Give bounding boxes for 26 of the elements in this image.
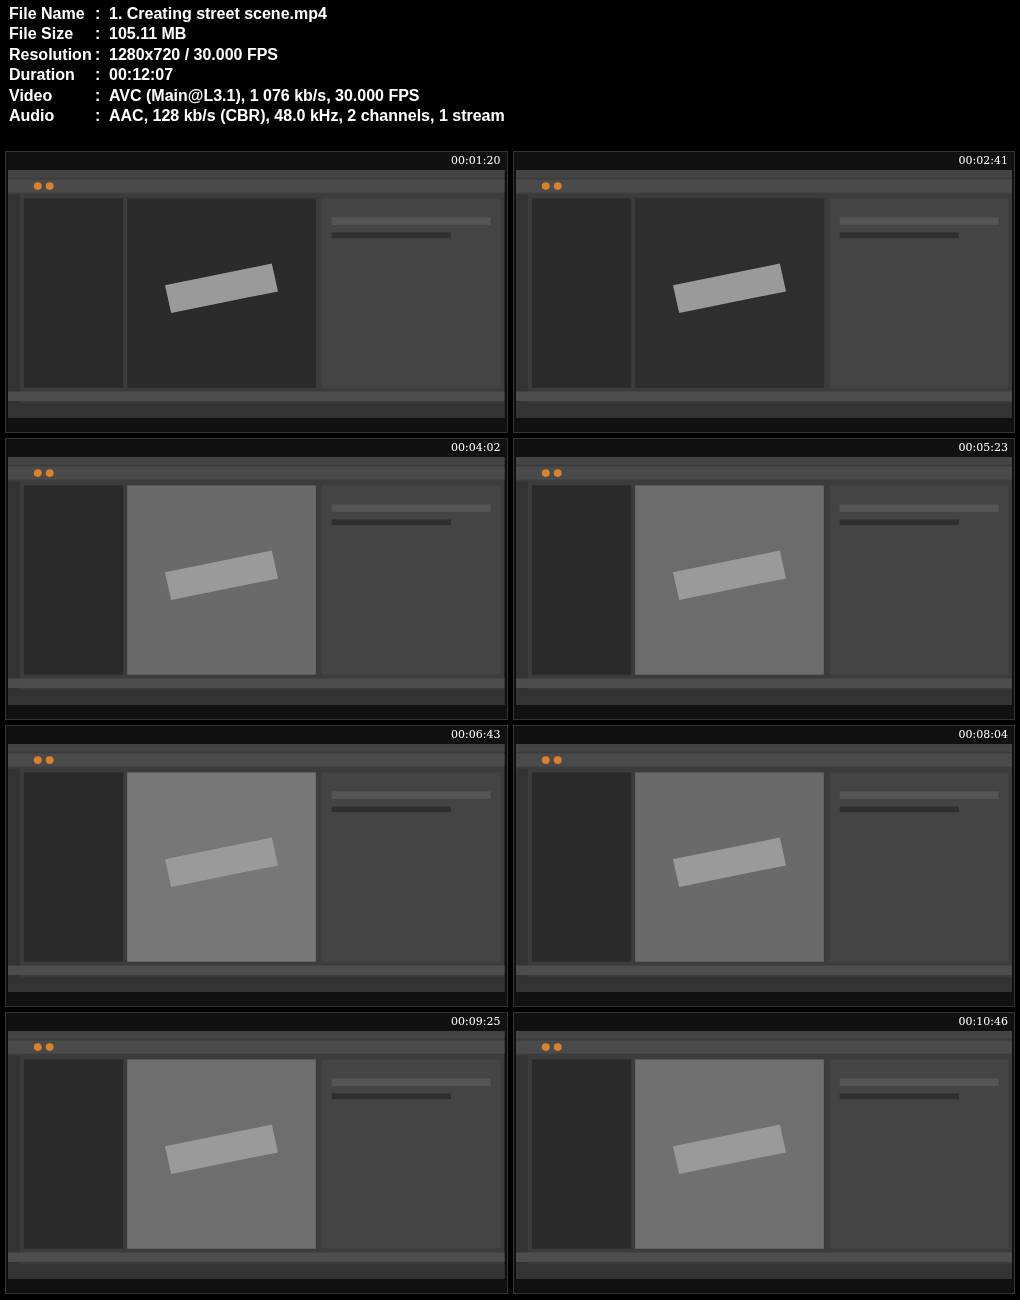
timestamp: 00:08:04	[958, 726, 1008, 743]
info-label: Resolution	[9, 44, 93, 65]
separator: :	[95, 24, 102, 45]
info-label: Duration	[9, 65, 76, 86]
info-label: File Size	[9, 24, 75, 45]
separator: :	[95, 4, 102, 24]
info-label: Audio	[9, 106, 56, 127]
timestamp: 00:02:41	[958, 152, 1008, 169]
timestamp: 00:10:46	[958, 1013, 1008, 1030]
timestamp: 00:05:23	[958, 439, 1008, 456]
info-label: File Name	[9, 4, 86, 24]
separator: :	[95, 65, 102, 86]
info-label: Video	[9, 85, 54, 106]
timestamp: 00:06:43	[451, 726, 501, 743]
separator: :	[95, 106, 102, 127]
info-value: 1280x720 / 30.000 FPS	[109, 44, 279, 65]
separator: :	[95, 85, 102, 106]
separator: :	[95, 44, 102, 65]
info-value: AVC (Main@L3.1), 1 076 kb/s, 30.000 FPS	[109, 85, 420, 106]
timestamp: 00:04:02	[451, 439, 501, 456]
timestamp: 00:01:20	[451, 152, 501, 169]
info-value: AAC, 128 kb/s (CBR), 48.0 kHz, 2 channels, 1 stream	[109, 106, 505, 127]
info-value: 00:12:07	[109, 65, 174, 86]
info-value: 105.11 MB	[109, 24, 187, 45]
timestamp: 00:09:25	[451, 1013, 501, 1030]
info-value: 1. Creating street scene.mp4	[109, 4, 327, 24]
